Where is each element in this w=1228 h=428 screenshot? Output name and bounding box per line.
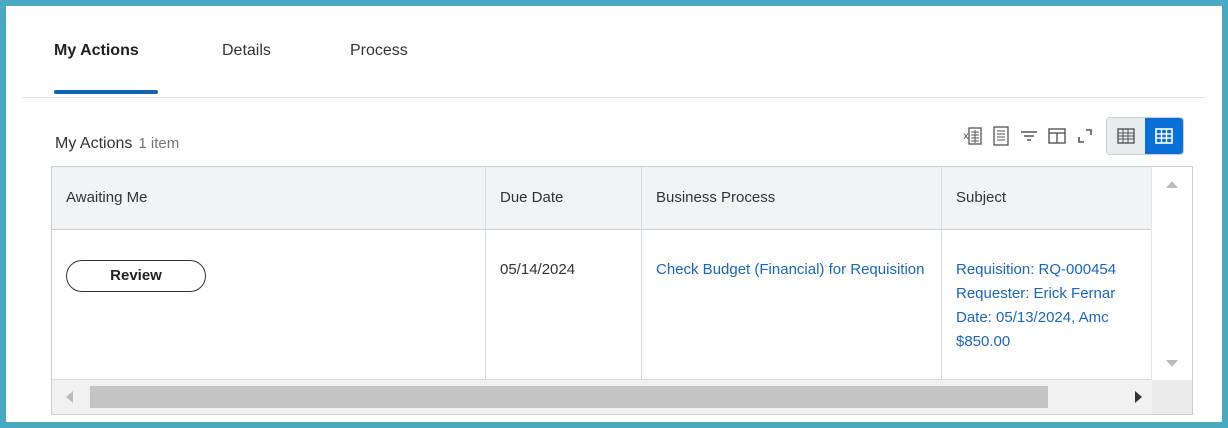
tab-bar: My Actions Details Process: [22, 12, 1206, 98]
columns-icon[interactable]: [1044, 123, 1070, 149]
column-header-awaiting-me[interactable]: Awaiting Me: [52, 167, 486, 229]
subject-line[interactable]: Requester: Erick Fernar: [956, 282, 1152, 306]
section-title-label: My Actions: [55, 135, 133, 152]
section-title: My Actions 1 item: [55, 135, 179, 153]
scroll-down-icon[interactable]: [1166, 360, 1178, 367]
subject-line[interactable]: $850.00: [956, 330, 1152, 354]
column-header-subject[interactable]: Subject: [942, 167, 1152, 229]
export-excel-icon[interactable]: x: [960, 123, 986, 149]
business-process-link[interactable]: Check Budget (Financial) for Requisition: [656, 261, 924, 278]
column-header-business-process[interactable]: Business Process: [642, 167, 942, 229]
view-toggle: [1106, 117, 1184, 155]
tab-process[interactable]: Process: [350, 42, 408, 60]
item-count: 1 item: [138, 135, 180, 152]
column-header-due-date[interactable]: Due Date: [486, 167, 642, 229]
cell-business-process: Check Budget (Financial) for Requisition: [642, 230, 942, 380]
tab-my-actions[interactable]: My Actions: [54, 42, 139, 60]
scrollbar-thumb[interactable]: [90, 386, 1048, 408]
content-area: My Actions Details Process My Actions 1 i…: [12, 12, 1216, 416]
filter-icon[interactable]: [1016, 123, 1042, 149]
fullscreen-icon[interactable]: [1072, 123, 1098, 149]
horizontal-scrollbar[interactable]: [52, 379, 1152, 414]
grid-view-icon[interactable]: [1145, 118, 1183, 154]
subject-line[interactable]: Date: 05/13/2024, Amc: [956, 306, 1152, 330]
table-view-icon[interactable]: [1107, 118, 1145, 154]
table-header: Awaiting Me Due Date Business Process Su…: [52, 167, 1152, 230]
scrollbar-corner: [1152, 380, 1192, 414]
print-icon[interactable]: [988, 123, 1014, 149]
active-tab-indicator: [54, 90, 158, 94]
cell-awaiting-me: Review: [52, 230, 486, 380]
table-row: Review 05/14/2024 Check Budget (Financia…: [52, 230, 1152, 381]
grid-toolbar: x: [958, 114, 1184, 158]
cell-due-date: 05/14/2024: [486, 230, 642, 380]
scroll-right-icon[interactable]: [1135, 391, 1142, 403]
actions-grid: Awaiting Me Due Date Business Process Su…: [51, 166, 1193, 415]
scroll-left-icon[interactable]: [66, 391, 73, 403]
svg-text:x: x: [963, 131, 969, 142]
cell-subject: Requisition: RQ-000454 Requester: Erick …: [942, 230, 1152, 380]
review-button[interactable]: Review: [66, 260, 206, 292]
window-frame: My Actions Details Process My Actions 1 i…: [0, 0, 1228, 428]
tab-details[interactable]: Details: [222, 42, 271, 60]
subject-line[interactable]: Requisition: RQ-000454: [956, 258, 1152, 282]
vertical-scrollbar[interactable]: [1151, 167, 1192, 380]
scroll-up-icon[interactable]: [1166, 181, 1178, 188]
